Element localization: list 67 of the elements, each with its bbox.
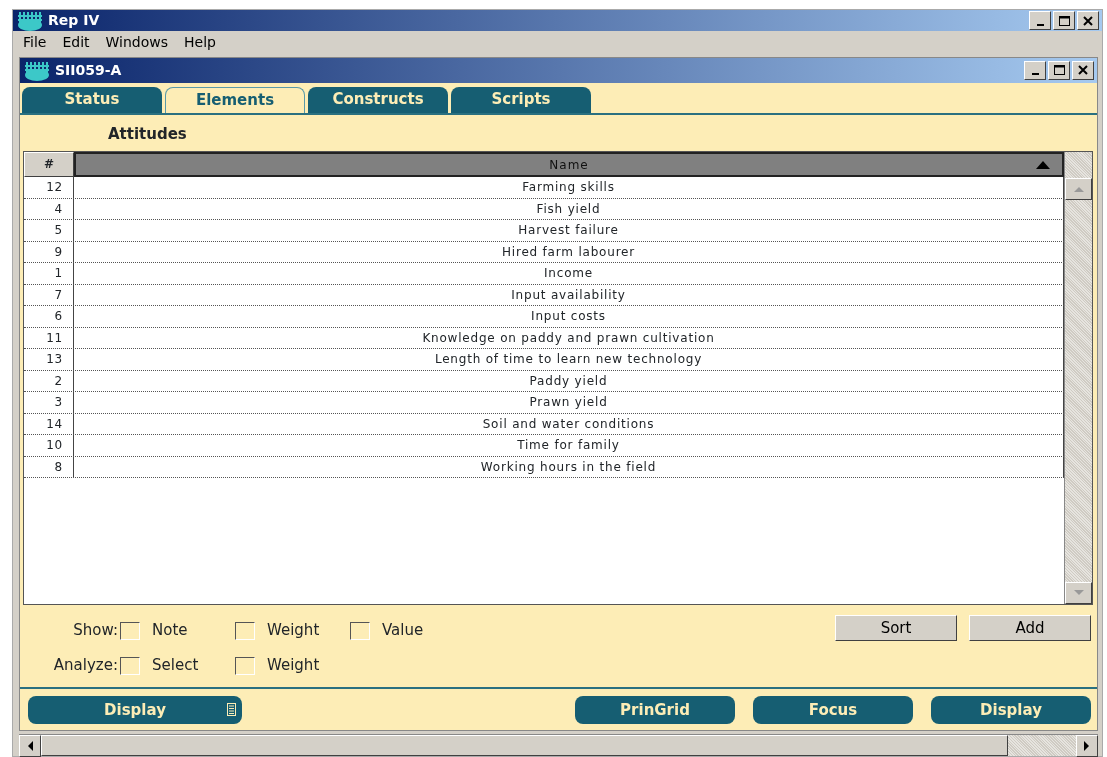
- column-header[interactable]: #: [24, 152, 74, 177]
- table-cell: 11: [24, 327, 74, 348]
- close-icon: [1081, 14, 1095, 27]
- table-cell: 5: [24, 220, 74, 241]
- minimize-icon: [1031, 73, 1039, 75]
- document-title: SII059-A: [55, 60, 122, 80]
- close-button[interactable]: [1077, 11, 1099, 31]
- table-cell: 7: [24, 284, 74, 305]
- maximize-icon: [1052, 64, 1066, 76]
- checkbox-label: Note: [152, 620, 188, 642]
- tab[interactable]: Constructs: [308, 86, 448, 113]
- button[interactable]: Add: [969, 615, 1091, 641]
- checkbox[interactable]: [350, 621, 370, 640]
- checkbox-label: Weight: [267, 655, 320, 677]
- menu-item[interactable]: File: [15, 31, 55, 53]
- menu-item[interactable]: Edit: [54, 31, 98, 53]
- table-cell: 4: [24, 198, 74, 219]
- up-arrow-icon: [1072, 185, 1085, 193]
- scroll-left-button[interactable]: [19, 735, 41, 757]
- table-cell: 6: [24, 306, 74, 327]
- left-arrow-icon: [26, 740, 34, 752]
- minimize-button[interactable]: [1029, 11, 1051, 31]
- field-label: Analyze:: [52, 655, 119, 677]
- table-cell: 10: [24, 435, 74, 456]
- close-icon: [1076, 64, 1090, 76]
- app-icon: [16, 11, 44, 32]
- right-arrow-icon: [1083, 740, 1091, 752]
- checkbox[interactable]: [120, 656, 140, 675]
- table-cell: 3: [24, 392, 74, 413]
- table-cell: 8: [24, 456, 74, 477]
- table-cell: 13: [24, 349, 74, 370]
- button[interactable]: Sort: [835, 615, 957, 641]
- toolbar-button[interactable]: Focus: [753, 696, 913, 724]
- toolbar-button[interactable]: Display: [931, 696, 1091, 724]
- checkbox-label: Value: [382, 620, 424, 642]
- menu-item[interactable]: Windows: [97, 31, 177, 53]
- table-cell: 14: [24, 413, 74, 434]
- maximize-icon: [1057, 14, 1071, 27]
- table-cell: 9: [24, 241, 74, 262]
- column-header[interactable]: Name: [74, 152, 1064, 177]
- tab[interactable]: Scripts: [451, 86, 591, 113]
- menu-item[interactable]: Help: [176, 31, 224, 53]
- checkbox[interactable]: [235, 656, 255, 675]
- checkbox[interactable]: [235, 621, 255, 640]
- maximize-button[interactable]: [1048, 60, 1070, 80]
- table-cell: 2: [24, 370, 74, 391]
- app-icon: [23, 60, 51, 81]
- scroll-up-button[interactable]: [1065, 178, 1092, 200]
- tab[interactable]: Elements: [165, 86, 305, 113]
- checkbox-label: Select: [152, 655, 199, 677]
- checkbox-label: Weight: [267, 620, 320, 642]
- table-cell: 1: [24, 263, 74, 284]
- close-button[interactable]: [1072, 60, 1094, 80]
- checkbox[interactable]: [120, 621, 140, 640]
- toolbar-button[interactable]: Display: [28, 696, 242, 724]
- minimize-icon: [1036, 23, 1044, 26]
- down-arrow-icon: [1072, 589, 1085, 597]
- minimize-button[interactable]: [1024, 60, 1046, 80]
- tab[interactable]: Status: [22, 86, 162, 113]
- section-heading: Attitudes: [107, 123, 188, 145]
- table-cell: 12: [24, 177, 74, 198]
- toolbar-button[interactable]: PrinGrid: [575, 696, 735, 724]
- maximize-button[interactable]: [1053, 11, 1075, 31]
- scroll-right-button[interactable]: [1076, 735, 1098, 757]
- scroll-down-button[interactable]: [1065, 582, 1092, 604]
- window-title: Rep IV: [48, 11, 100, 31]
- field-label: Show:: [72, 620, 119, 642]
